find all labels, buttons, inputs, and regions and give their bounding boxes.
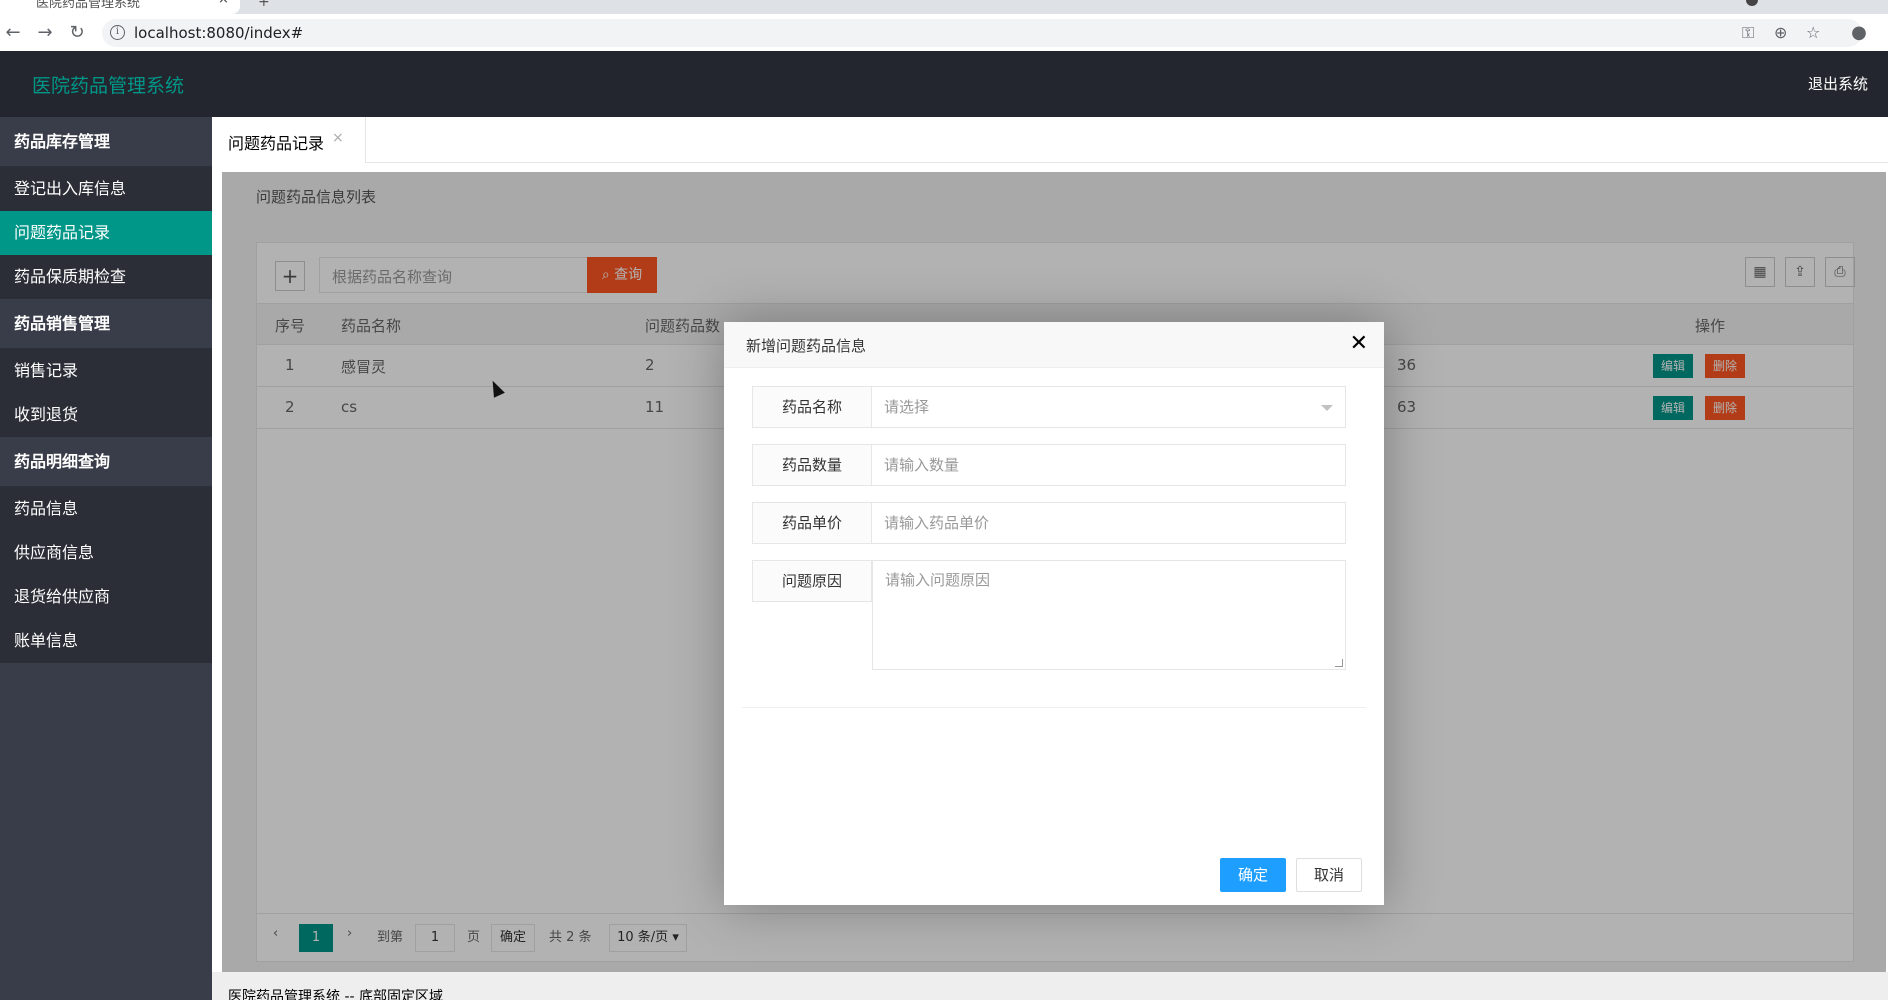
resize-handle-icon[interactable] <box>1335 659 1343 667</box>
back-icon[interactable]: ← <box>0 20 26 46</box>
chevron-down-icon <box>1321 405 1333 411</box>
sidebar-group-inventory[interactable]: 药品库存管理 <box>0 117 212 167</box>
sidebar-item-expiry-check[interactable]: 药品保质期检查 <box>0 255 212 299</box>
tab-problem-records[interactable]: 问题药品记录 × <box>212 117 366 163</box>
confirm-button[interactable]: 确定 <box>1220 858 1286 892</box>
footer: 医院药品管理系统 -- 底部固定区域 <box>212 972 1888 1000</box>
star-icon[interactable]: ☆ <box>1806 23 1820 42</box>
sidebar-item-bill-info[interactable]: 账单信息 <box>0 619 212 663</box>
url-text[interactable]: localhost:8080/index# <box>134 24 303 42</box>
reason-textarea[interactable]: 请输入问题原因 <box>872 560 1346 670</box>
footer-text: 医院药品管理系统 -- 底部固定区域 <box>228 989 444 1000</box>
quantity-input[interactable]: 请输入数量 <box>872 444 1346 486</box>
sidebar-item-supplier-info[interactable]: 供应商信息 <box>0 531 212 575</box>
dialog-title: 新增问题药品信息 <box>746 337 867 355</box>
page-tabbar: 问题药品记录 × <box>212 117 1888 163</box>
add-problem-drug-dialog: 新增问题药品信息 ✕ 药品名称 请选择 药品数量 请输入数量 药品单价 请输入药… <box>724 322 1384 905</box>
sidebar-item-problem-records[interactable]: 问题药品记录 <box>0 211 212 255</box>
app-logo[interactable]: 医院药品管理系统 <box>32 71 184 98</box>
key-icon[interactable]: ⚿ <box>1742 23 1754 43</box>
info-icon[interactable]: i <box>110 25 125 40</box>
sidebar: 药品库存管理 登记出入库信息 问题药品记录 药品保质期检查 药品销售管理 销售记… <box>0 117 212 1000</box>
cancel-button[interactable]: 取消 <box>1296 858 1362 892</box>
sidebar-item-returns-received[interactable]: 收到退货 <box>0 393 212 437</box>
tab-label: 问题药品记录 <box>228 134 325 153</box>
field-label: 药品单价 <box>752 502 872 544</box>
zoom-icon[interactable]: ⊕ <box>1774 23 1787 42</box>
sidebar-group-sales[interactable]: 药品销售管理 <box>0 299 212 349</box>
reload-icon[interactable]: ↻ <box>64 20 90 46</box>
unit-price-input[interactable]: 请输入药品单价 <box>872 502 1346 544</box>
field-label: 药品名称 <box>752 386 872 428</box>
window-control-icon[interactable] <box>1746 0 1758 6</box>
dialog-header: 新增问题药品信息 ✕ <box>724 322 1384 368</box>
select-placeholder: 请选择 <box>884 398 930 416</box>
browser-tab-title: 医院药品管理系统 <box>36 0 141 11</box>
textarea-placeholder: 请输入问题原因 <box>885 571 991 589</box>
close-icon[interactable]: ✕ <box>1350 332 1368 356</box>
logout-link[interactable]: 退出系统 <box>1808 73 1868 94</box>
drug-name-select[interactable]: 请选择 <box>872 386 1346 428</box>
profile-icon[interactable]: ● <box>1846 20 1872 46</box>
sidebar-item-return-to-supplier[interactable]: 退货给供应商 <box>0 575 212 619</box>
field-label: 问题原因 <box>752 560 872 602</box>
browser-tab-close-icon[interactable]: × <box>218 0 229 7</box>
forward-icon[interactable]: → <box>32 20 58 46</box>
browser-tab[interactable]: 医院药品管理系统 × <box>0 0 240 14</box>
sidebar-item-stock-in-out[interactable]: 登记出入库信息 <box>0 167 212 211</box>
field-label: 药品数量 <box>752 444 872 486</box>
dialog-form: 药品名称 请选择 药品数量 请输入数量 药品单价 请输入药品单价 问题原因 请输… <box>742 368 1366 708</box>
app-header: 医院药品管理系统 退出系统 <box>0 51 1888 117</box>
sidebar-group-details[interactable]: 药品明细查询 <box>0 437 212 487</box>
browser-toolbar: ← → ↻ i localhost:8080/index# ⚿ ⊕ ☆ ● <box>0 14 1888 52</box>
tab-close-icon[interactable]: × <box>332 130 344 146</box>
sidebar-item-drug-info[interactable]: 药品信息 <box>0 487 212 531</box>
address-bar[interactable]: i localhost:8080/index# ⚿ ⊕ ☆ <box>102 19 1862 47</box>
sidebar-item-sales-records[interactable]: 销售记录 <box>0 349 212 393</box>
new-tab-icon[interactable]: + <box>258 0 270 10</box>
browser-tabstrip: 医院药品管理系统 × + <box>0 0 1888 14</box>
